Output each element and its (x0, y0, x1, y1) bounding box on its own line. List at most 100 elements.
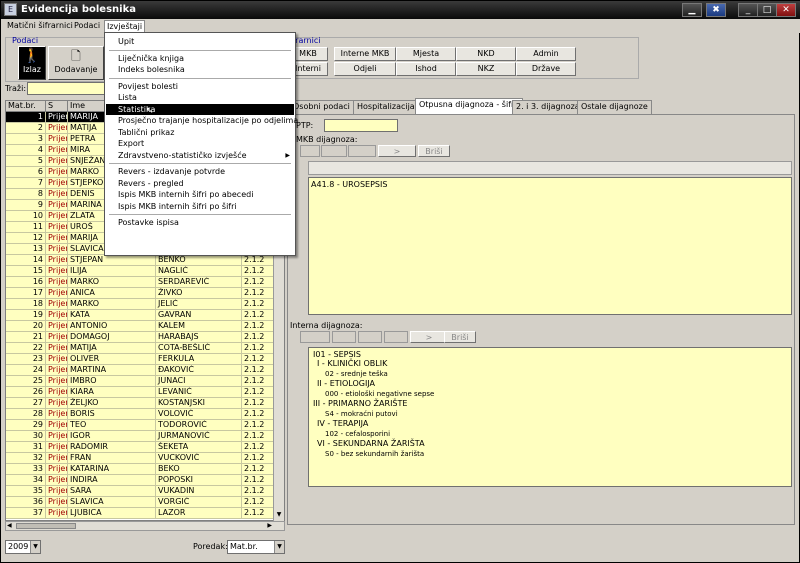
cell-status[interactable]: Prijem (46, 244, 68, 255)
cell-mat-br[interactable]: 37 (6, 508, 46, 519)
internal-field-1[interactable] (300, 331, 330, 343)
cell-mat-br[interactable]: 19 (6, 310, 46, 321)
menu-podaci[interactable]: Podaci (72, 20, 102, 32)
table-row[interactable]: 26PrijemKIARALEVANIĆ2.1.2 (6, 387, 284, 398)
cell-ime[interactable]: OLIVER (68, 354, 156, 365)
table-row[interactable]: 17PrijemANICAŽIVKO2.1.2 (6, 288, 284, 299)
cell-status[interactable]: Prijem (46, 321, 68, 332)
admin-button[interactable]: Admin (516, 47, 576, 61)
cell-mat-br[interactable]: 1 (6, 112, 46, 123)
cell-mat-br[interactable]: 2 (6, 123, 46, 134)
cell-status[interactable]: Prijem (46, 189, 68, 200)
cell-prezime[interactable]: ŠEKETA (156, 442, 242, 453)
cell-ime[interactable]: STJEPAN (68, 255, 156, 266)
cell-prezime[interactable]: KALEM (156, 321, 242, 332)
cell-prezime[interactable]: SERDAREVIĆ (156, 277, 242, 288)
cell-mat-br[interactable]: 24 (6, 365, 46, 376)
internal-diagnosis-item[interactable]: 02 - srednje teška (325, 369, 388, 379)
cell-mat-br[interactable]: 32 (6, 453, 46, 464)
cell-status[interactable]: Prijem (46, 365, 68, 376)
menu-item[interactable]: Revers - pregled (106, 178, 294, 189)
cell-ime[interactable]: ANICA (68, 288, 156, 299)
cell-mat-br[interactable]: 15 (6, 266, 46, 277)
cell-prezime[interactable]: VUKADIN (156, 486, 242, 497)
table-row[interactable]: 20PrijemANTONIOKALEM2.1.2 (6, 321, 284, 332)
cell-mat-br[interactable]: 31 (6, 442, 46, 453)
cell-status[interactable]: Prijem (46, 508, 68, 519)
cell-status[interactable]: Prijem (46, 145, 68, 156)
table-row[interactable]: 34PrijemINDIRAPOPOSKI2.1.2 (6, 475, 284, 486)
mkb-field-2[interactable] (321, 145, 347, 157)
cell-mat-br[interactable]: 16 (6, 277, 46, 288)
cell-mat-br[interactable]: 25 (6, 376, 46, 387)
cell-ime[interactable]: ŽELJKO (68, 398, 156, 409)
header-status[interactable]: S (46, 101, 68, 112)
minimize-button[interactable]: ▁ (682, 3, 702, 17)
cell-mat-br[interactable]: 13 (6, 244, 46, 255)
cell-status[interactable]: Prijem (46, 376, 68, 387)
cell-status[interactable]: Prijem (46, 475, 68, 486)
table-row[interactable]: 14PrijemSTJEPANBENKO2.1.2 (6, 255, 284, 266)
cell-ime[interactable]: ILIJA (68, 266, 156, 277)
cell-prezime[interactable]: GAVRAN (156, 310, 242, 321)
internal-diagnosis-list[interactable]: I01 - SEPSIS I - KLINIČKI OBLIK 02 - sre… (308, 347, 792, 487)
table-row[interactable]: 32PrijemFRANVUCKOVIĆ2.1.2 (6, 453, 284, 464)
scroll-thumb[interactable] (16, 523, 76, 529)
menu-item[interactable]: Lista (106, 92, 294, 103)
table-row[interactable]: 28PrijemBORISVOLOVIĆ2.1.2 (6, 409, 284, 420)
add-button[interactable]: 🗋 Dodavanje (48, 46, 104, 80)
table-row[interactable]: 29PrijemTEOTODOROVIĆ2.1.2 (6, 420, 284, 431)
cell-prezime[interactable]: BENKO (156, 255, 242, 266)
cell-status[interactable]: Prijem (46, 387, 68, 398)
menu-item[interactable]: Export (106, 138, 294, 149)
mkb-delete-button[interactable]: Briši (418, 145, 450, 157)
cell-prezime[interactable]: ŽIVKO (156, 288, 242, 299)
cell-ime[interactable]: ANTONIO (68, 321, 156, 332)
table-row[interactable]: 21PrijemDOMAGOJHARABAJS2.1.2 (6, 332, 284, 343)
table-row[interactable]: 18PrijemMARKOJELIĆ2.1.2 (6, 299, 284, 310)
internal-field-4[interactable] (384, 331, 408, 343)
cell-prezime[interactable]: NAGLIĆ (156, 266, 242, 277)
menu-item[interactable]: Prosječno trajanje hospitalizacije po od… (106, 115, 298, 126)
cell-mat-br[interactable]: 3 (6, 134, 46, 145)
internal-diagnosis-item[interactable]: 000 - etiološki negativne sepse (325, 389, 434, 399)
cell-ime[interactable]: SLAVICA (68, 497, 156, 508)
cell-prezime[interactable]: VUCKOVIĆ (156, 453, 242, 464)
table-row[interactable]: 27PrijemŽELJKOKOSTANJSKI2.1.2 (6, 398, 284, 409)
cell-status[interactable]: Prijem (46, 167, 68, 178)
internal-diagnosis-item[interactable]: IV - TERAPIJA (317, 419, 368, 429)
table-row[interactable]: 16PrijemMARKOSERDAREVIĆ2.1.2 (6, 277, 284, 288)
cell-prezime[interactable]: VORGIĆ (156, 497, 242, 508)
cell-status[interactable]: Prijem (46, 332, 68, 343)
cell-ime[interactable]: MATIJA (68, 343, 156, 354)
cell-prezime[interactable]: FERKULA (156, 354, 242, 365)
chevron-down-icon[interactable]: ▼ (30, 541, 40, 553)
menu-item[interactable]: Upit (106, 36, 294, 47)
menu-item[interactable]: Statistika ↖ (106, 103, 294, 116)
cell-status[interactable]: Prijem (46, 112, 68, 123)
mjesta-button[interactable]: Mjesta (396, 47, 456, 61)
cell-prezime[interactable]: KOSTANJSKI (156, 398, 242, 409)
cell-prezime[interactable]: TODOROVIĆ (156, 420, 242, 431)
mkb-field-1[interactable] (300, 145, 320, 157)
ishod-button[interactable]: Ishod (396, 62, 456, 76)
cell-mat-br[interactable]: 18 (6, 299, 46, 310)
internal-diagnosis-item[interactable]: III - PRIMARNO ŽARIŠTE (313, 399, 407, 409)
menu-item[interactable]: Ispis MKB internih šifri po šifri (106, 201, 294, 212)
internal-field-2[interactable] (332, 331, 356, 343)
cell-mat-br[interactable]: 17 (6, 288, 46, 299)
year-combo[interactable]: 2009 ▼ (5, 540, 41, 554)
cell-mat-br[interactable]: 10 (6, 211, 46, 222)
internal-next-button[interactable]: > (410, 331, 448, 343)
cell-mat-br[interactable]: 36 (6, 497, 46, 508)
table-row[interactable]: 24PrijemMARTINAĐAKOVIĆ2.1.2 (6, 365, 284, 376)
cell-mat-br[interactable]: 9 (6, 200, 46, 211)
tab-2-i-3-dijagnoza[interactable]: 2. i 3. dijagnoza (512, 100, 584, 114)
cell-mat-br[interactable]: 12 (6, 233, 46, 244)
cell-ime[interactable]: DOMAGOJ (68, 332, 156, 343)
mkb-field-3[interactable] (348, 145, 376, 157)
table-row[interactable]: 15PrijemILIJANAGLIĆ2.1.2 (6, 266, 284, 277)
internal-delete-button[interactable]: Briši (444, 331, 476, 343)
cell-status[interactable]: Prijem (46, 420, 68, 431)
close-button[interactable]: ✕ (776, 3, 796, 17)
